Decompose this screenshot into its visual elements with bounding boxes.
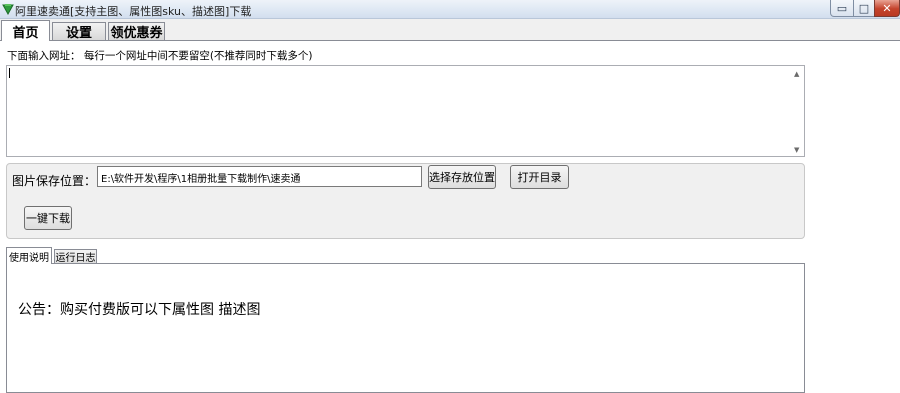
tab-coupons[interactable]: 领优惠券: [108, 22, 165, 41]
close-icon: ✕: [882, 1, 892, 15]
scroll-down-icon[interactable]: ▼: [794, 146, 799, 154]
save-location-label: 图片保存位置：: [12, 174, 97, 188]
notice-text: 公告：购买付费版可以下属性图 描述图: [18, 302, 261, 318]
url-input-label: 下面输入网址： 每行一个网址中间不要留空(不推荐同时下载多个): [7, 50, 313, 62]
url-textarea[interactable]: [6, 65, 805, 157]
text-caret: [9, 68, 10, 78]
tab-instructions[interactable]: 使用说明: [6, 247, 52, 264]
url-scrollbar[interactable]: [791, 66, 804, 156]
tab-home[interactable]: 首页: [1, 20, 50, 41]
maximize-icon: □: [858, 1, 870, 15]
tab-run-log[interactable]: 运行日志: [54, 249, 97, 264]
close-button[interactable]: ✕: [874, 0, 900, 17]
tab-settings[interactable]: 设置: [52, 22, 106, 41]
app-icon: [2, 4, 14, 15]
minimize-icon: ▭: [836, 1, 848, 15]
minimize-button[interactable]: ▭: [830, 0, 854, 17]
one-click-download-button[interactable]: 一键下载: [24, 206, 72, 230]
open-folder-button[interactable]: 打开目录: [510, 165, 569, 189]
choose-location-button[interactable]: 选择存放位置: [428, 165, 496, 189]
maximize-button[interactable]: □: [853, 0, 875, 17]
instructions-panel: [6, 263, 805, 393]
save-path-input[interactable]: E:\软件开发\程序\1相册批量下载制作\速卖通: [97, 166, 422, 187]
window-title: 阿里速卖通[支持主图、属性图sku、描述图]下载: [15, 5, 252, 18]
scroll-up-icon[interactable]: ▲: [794, 70, 799, 78]
